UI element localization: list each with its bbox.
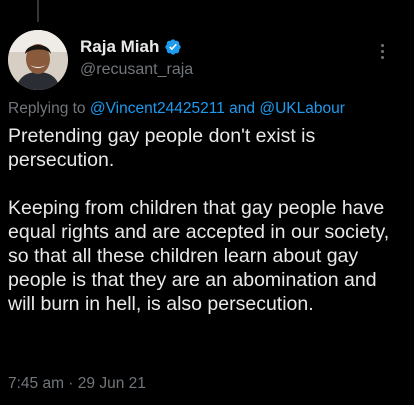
more-dot (380, 49, 384, 53)
avatar-image (8, 30, 68, 90)
thread-connector-line (37, 0, 39, 22)
more-dot (380, 43, 384, 47)
more-dot (380, 55, 384, 59)
replying-to-label: Replying to (8, 100, 86, 117)
replying-to-line: Replying to @Vincent24425211 and @UKLabo… (8, 100, 345, 118)
mention-link[interactable]: @Vincent24425211 (90, 100, 225, 117)
tweet-body: Pretending gay people don't exist is per… (8, 124, 408, 316)
tweet-timestamp[interactable]: 7:45 am · 29 Jun 21 (8, 375, 146, 393)
tweet-paragraph: Pretending gay people don't exist is per… (8, 125, 316, 171)
avatar[interactable] (8, 30, 68, 90)
more-options-icon[interactable] (374, 40, 390, 62)
mention-link[interactable]: @UKLabour (259, 100, 345, 117)
tweet-paragraph: Keeping from children that gay people ha… (8, 197, 390, 315)
author-name-row: Raja Miah (80, 37, 182, 57)
verified-badge-icon (164, 38, 182, 56)
author-display-name[interactable]: Raja Miah (80, 37, 159, 57)
mention-joiner: and (229, 100, 256, 117)
author-handle[interactable]: @recusant_raja (80, 61, 193, 79)
